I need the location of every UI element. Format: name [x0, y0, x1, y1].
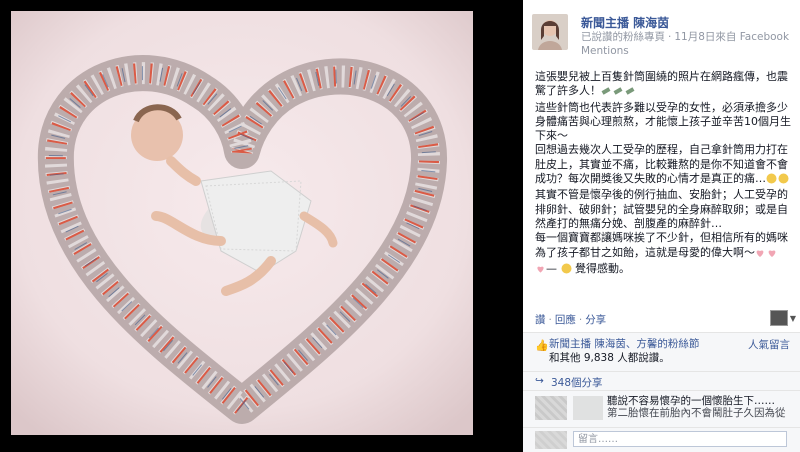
author-name-link[interactable]: 新聞主播 陳海茵 [581, 14, 669, 31]
baby-heart-syringes-photo [11, 11, 473, 435]
post-source-link[interactable]: Mentions [581, 45, 629, 57]
post-meta: 已說讚的粉絲專頁 · 11月8日來自 Facebook Mentions [581, 31, 790, 57]
author-avatar[interactable] [532, 14, 568, 50]
post-actions: 讚 · 回應 · 分享 [535, 314, 607, 326]
post-paragraph-5: 每一個寶寶都讓媽咪挨了不少針，但相信所有的媽咪為了孩子都甘之如飴，這就是母愛的偉… [535, 231, 788, 259]
likes-count-text[interactable]: 和其他 9,838 人都說讚。 [549, 352, 670, 364]
heart-emoji [535, 264, 546, 278]
shares-row[interactable]: ↪ 348個分享 [523, 371, 800, 390]
comment-text: 聽說不容易懷孕的一個懷胎生下…… 第二胎懷在前胎內不會鬧肚子久因為從 [607, 395, 797, 419]
thumbs-up-icon: 👍 [535, 339, 549, 352]
share-link[interactable]: 分享 [585, 314, 606, 326]
comment-input[interactable]: 留言…… [573, 431, 787, 447]
photo-frame [11, 11, 473, 435]
comment-link[interactable]: 回應 [555, 314, 576, 326]
syringe-emoji [601, 86, 637, 100]
crying-emoji [766, 173, 790, 188]
post-paragraph-2: 這些針筒也代表許多難以受孕的女性，必須承擔多少身體痛苦與心理煎熬，才能懷上孩子並… [535, 100, 791, 143]
post-body: 這張嬰兒被上百隻針筒圍繞的照片在網路瘋傳，也震驚了許多人！ 這些針筒也代表許多難… [535, 70, 793, 278]
reply-box: 留言…… [523, 427, 800, 452]
commenter-name-blurred [573, 396, 603, 420]
post-paragraph-1: 這張嬰兒被上百隻針筒圍繞的照片在網路瘋傳，也震驚了許多人！ [535, 70, 788, 98]
liked-page-label: 已說讚的粉絲專頁 [581, 31, 665, 43]
share-icon: ↪ [535, 375, 544, 387]
comment-item: 聽說不容易懷孕的一個懷胎生下…… 第二胎懷在前胎內不會鬧肚子久因為從 [523, 390, 800, 427]
heart-emoji [755, 248, 779, 262]
viewer-gutter [487, 0, 523, 451]
shares-count[interactable]: 348個分享 [551, 375, 603, 390]
post-sidebar: 新聞主播 陳海茵 已說讚的粉絲專頁 · 11月8日來自 Facebook Menti… [523, 0, 800, 452]
comment-line-2: 第二胎懷在前胎內不會鬧肚子久因為從 [607, 407, 786, 419]
comment-line-1: 聽說不容易懷孕的一個懷胎生下…… [607, 395, 775, 407]
likes-summary: 👍 新聞主播 陳海茵、方馨的粉絲節 和其他 9,838 人都說讚。 人氣留言 [523, 332, 800, 371]
likes-names: 新聞主播 陳海茵、方馨的粉絲節 和其他 9,838 人都說讚。 [549, 337, 759, 365]
commenter-avatar[interactable] [535, 396, 567, 420]
top-comments-sort[interactable]: 人氣留言 [748, 337, 790, 352]
post-date-link[interactable]: 11月8日來自 Facebook [674, 31, 789, 43]
like-link[interactable]: 讚 [535, 314, 546, 326]
photo-viewer [0, 0, 487, 451]
post-paragraph-3: 回想過去幾次人工受孕的歷程，自己拿針筒用力打在肚皮上，其實並不痛，比較難熬的是你… [535, 143, 788, 186]
post-paragraph-4: 其實不管是懷孕後的例行抽血、安胎針；人工受孕的排卵針、破卵針；試管嬰兒的全身麻醉… [535, 188, 788, 230]
smile-emoji [561, 263, 572, 278]
feeling-label: 覺得感動。 [575, 261, 630, 275]
post-header: 新聞主播 陳海茵 已說讚的粉絲專頁 · 11月8日來自 Facebook Menti… [523, 0, 800, 60]
post-dash: — [546, 261, 557, 275]
chevron-down-icon[interactable]: ▼ [790, 314, 796, 323]
post-as-avatar[interactable] [770, 310, 788, 326]
likers-link[interactable]: 新聞主播 陳海茵、方馨的粉絲節 [549, 338, 699, 350]
viewer-avatar [535, 431, 567, 449]
